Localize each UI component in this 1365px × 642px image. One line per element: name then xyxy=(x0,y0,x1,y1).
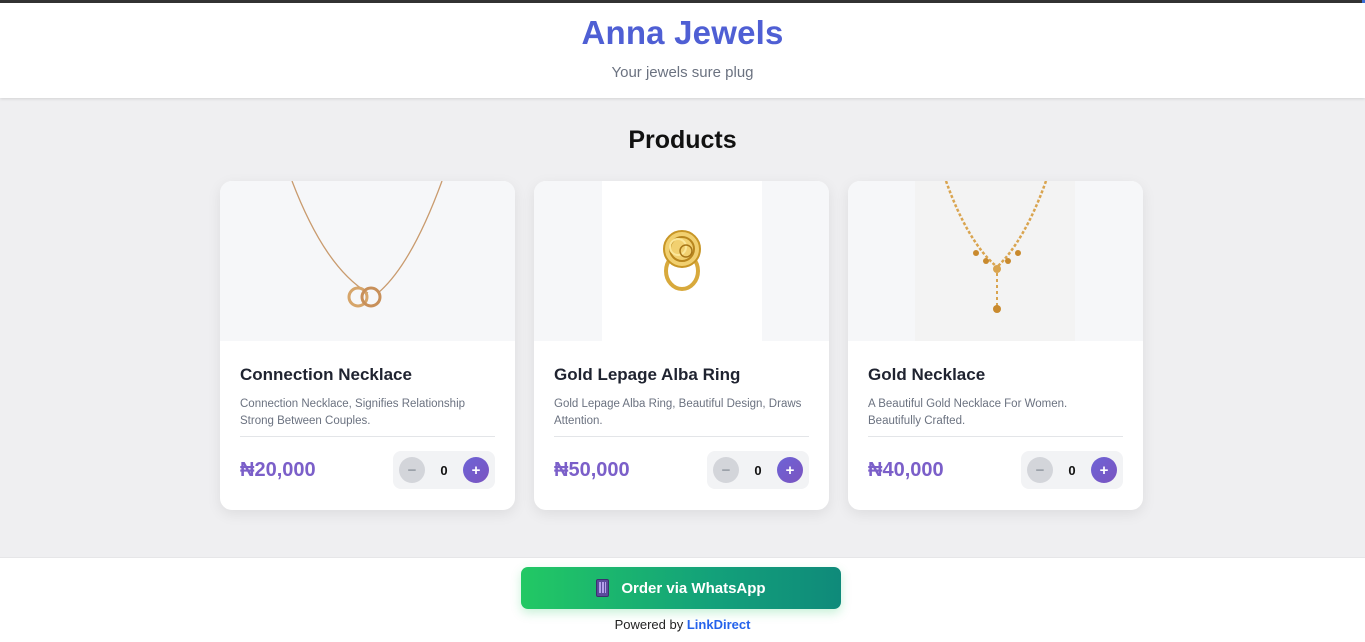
product-price: ₦50,000 xyxy=(554,458,630,481)
necklace-icon xyxy=(291,181,443,308)
product-description: A Beautiful Gold Necklace For Women. Bea… xyxy=(868,398,1068,427)
product-description: Gold Lepage Alba Ring, Beautiful Design,… xyxy=(554,398,802,427)
product-price: ₦20,000 xyxy=(240,458,316,481)
product-card: Connection Necklace Connection Necklace,… xyxy=(220,181,515,510)
decrease-button[interactable]: − xyxy=(399,457,425,483)
ring-icon xyxy=(662,230,701,291)
increase-button[interactable]: + xyxy=(462,457,489,483)
product-description: Connection Necklace, Signifies Relations… xyxy=(240,398,466,427)
product-price: ₦40,000 xyxy=(868,458,944,481)
product-name: Connection Necklace xyxy=(240,365,412,384)
order-button-label: Order via WhatsApp xyxy=(621,579,766,597)
order-whatsapp-button[interactable]: Order via WhatsApp xyxy=(521,567,841,609)
product-image xyxy=(220,181,515,341)
brand-tagline: Your jewels sure plug xyxy=(611,64,754,81)
section-title: Products xyxy=(628,126,737,154)
phone-icon xyxy=(596,579,610,597)
powered-by: Powered by LinkDirect xyxy=(0,617,1365,632)
quantity-value: 0 xyxy=(754,462,762,478)
site-header: Anna Jewels Your jewels sure plug xyxy=(0,3,1365,98)
quantity-value: 0 xyxy=(440,462,448,478)
quantity-stepper: − 0 + xyxy=(393,451,495,489)
powered-by-text: Powered by xyxy=(614,617,684,632)
product-name: Gold Necklace xyxy=(868,365,986,384)
linkdirect-link[interactable]: LinkDirect xyxy=(687,617,751,632)
product-card: Gold Necklace A Beautiful Gold Necklace … xyxy=(848,181,1143,510)
order-footer: Order via WhatsApp Powered by LinkDirect xyxy=(0,557,1365,642)
divider xyxy=(554,436,809,437)
divider xyxy=(240,436,495,437)
product-name: Gold Lepage Alba Ring xyxy=(554,365,741,384)
quantity-stepper: − 0 + xyxy=(707,451,809,489)
product-card: Gold Lepage Alba Ring Gold Lepage Alba R… xyxy=(534,181,829,510)
increase-button[interactable]: + xyxy=(1090,457,1117,483)
brand-title: Anna Jewels xyxy=(581,14,784,51)
product-image xyxy=(848,181,1143,341)
quantity-value: 0 xyxy=(1068,462,1076,478)
increase-button[interactable]: + xyxy=(776,457,803,483)
decrease-button[interactable]: − xyxy=(713,457,739,483)
necklace-icon xyxy=(915,181,1075,341)
product-grid: Connection Necklace Connection Necklace,… xyxy=(220,181,1143,510)
decrease-button[interactable]: − xyxy=(1027,457,1053,483)
quantity-stepper: − 0 + xyxy=(1021,451,1123,489)
product-image xyxy=(534,181,829,341)
divider xyxy=(868,436,1123,437)
